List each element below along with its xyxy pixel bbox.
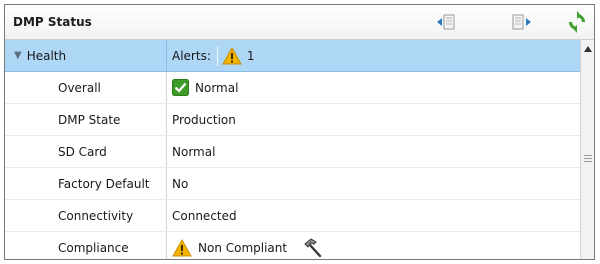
scroll-up-arrow-icon[interactable] <box>584 46 592 52</box>
refresh-button[interactable] <box>565 11 589 33</box>
scroll-grip-icon[interactable] <box>584 155 592 164</box>
row-label: DMP State <box>58 112 121 127</box>
table-row: DMP State Production <box>5 104 580 136</box>
health-group-row[interactable]: ▼ Health Alerts: 1 <box>5 40 580 72</box>
expand-right-icon <box>512 14 531 30</box>
table-row: Connectivity Connected <box>5 200 580 232</box>
alerts-divider <box>216 45 218 66</box>
vertical-scrollbar[interactable] <box>580 40 594 259</box>
row-value: Normal <box>195 80 239 95</box>
alerts-label: Alerts: <box>172 48 211 63</box>
row-label: Connectivity <box>58 208 134 223</box>
row-value: Normal <box>172 144 216 159</box>
group-label: Health <box>26 48 67 63</box>
row-label: Factory Default <box>58 176 150 191</box>
row-value: Non Compliant <box>198 240 288 255</box>
hammer-icon[interactable] <box>303 237 325 258</box>
refresh-icon <box>569 11 585 33</box>
collapse-left-icon <box>437 14 455 30</box>
row-value: No <box>172 176 189 191</box>
row-value: Production <box>172 112 236 127</box>
row-value: Connected <box>172 208 237 223</box>
row-label: SD Card <box>58 144 107 159</box>
table-row: Factory Default No <box>5 168 580 200</box>
alerts-count: 1 <box>246 48 255 63</box>
collapse-left-button[interactable] <box>435 11 459 33</box>
warning-icon <box>222 46 242 64</box>
row-label: Overall <box>58 80 101 95</box>
row-label: Compliance <box>58 240 129 255</box>
table-row: SD Card Normal <box>5 136 580 168</box>
panel-title: DMP Status <box>13 15 92 29</box>
warning-icon <box>172 238 192 257</box>
check-icon <box>172 79 189 96</box>
dmp-status-panel: DMP Status ▼ Health Alerts: 1 Overall No… <box>4 4 595 260</box>
table-row: Overall Normal <box>5 72 580 104</box>
panel-titlebar: DMP Status <box>5 5 594 40</box>
table-row: Compliance Non Compliant <box>5 232 580 259</box>
status-grid: ▼ Health Alerts: 1 Overall Normal DMP St… <box>5 40 580 259</box>
expand-right-button[interactable] <box>510 11 534 33</box>
expand-triangle-icon[interactable]: ▼ <box>14 50 22 61</box>
